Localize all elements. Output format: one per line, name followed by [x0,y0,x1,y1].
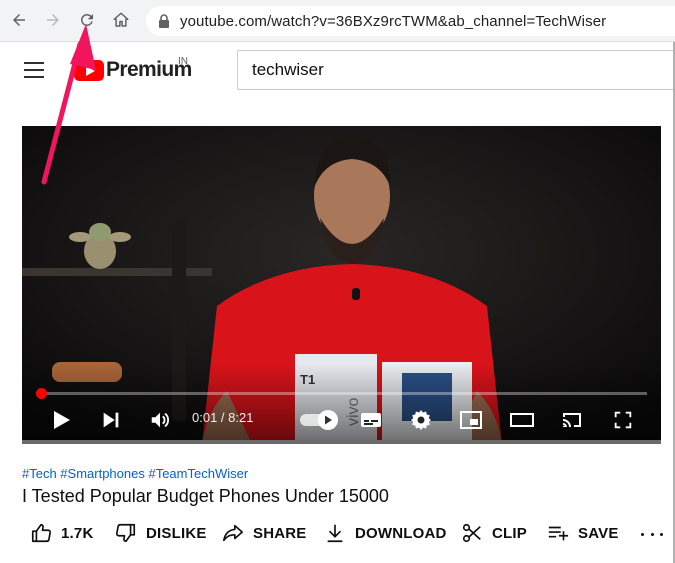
fullscreen-button[interactable] [610,406,636,434]
reload-icon [81,14,93,26]
time-display: 0:01 / 8:21 [192,410,254,425]
country-code: IN [178,56,188,67]
address-bar[interactable]: youtube.com/watch?v=36BXz9rcTWM&ab_chann… [146,6,675,36]
thumbs-down-icon [116,523,136,543]
share-label: SHARE [253,524,307,542]
browser-toolbar: youtube.com/watch?v=36BXz9rcTWM&ab_chann… [0,0,675,42]
thumbs-up-icon [31,523,51,543]
save-button[interactable]: SAVE [547,522,619,544]
dislike-label: DISLIKE [146,524,207,542]
video-hashtags[interactable]: #Tech #Smartphones #TeamTechWiser [22,466,248,481]
settings-icon [411,410,431,430]
more-actions-icon[interactable] [641,525,663,543]
like-count: 1.7K [61,524,94,542]
youtube-header: Premium IN techwiser [0,42,675,100]
search-value: techwiser [252,60,324,79]
next-icon [103,412,119,428]
scissors-icon [462,523,481,543]
cast-icon [563,413,581,427]
download-label: DOWNLOAD [355,524,447,542]
video-title: I Tested Popular Budget Phones Under 150… [22,486,389,506]
search-input[interactable]: techwiser [237,50,675,90]
home-button[interactable] [110,9,132,31]
clip-button[interactable]: CLIP [461,522,527,544]
autoplay-toggle[interactable] [298,406,342,434]
dislike-button[interactable]: DISLIKE [115,522,207,544]
video-player[interactable]: T1 vivo 0:01 / 8:21 [22,126,661,444]
miniplayer-icon [460,411,482,429]
player-bottom-edge [22,440,661,444]
theater-icon [510,413,534,427]
download-icon [327,524,343,543]
back-button[interactable] [8,9,30,31]
clip-label: CLIP [492,524,527,542]
fullscreen-icon [614,411,632,429]
forward-button[interactable] [42,9,64,31]
share-button[interactable]: SHARE [222,522,307,544]
reload-button[interactable] [76,9,98,31]
theater-button[interactable] [508,406,536,434]
url-text: youtube.com/watch?v=36BXz9rcTWM&ab_chann… [180,12,607,30]
back-arrow-icon [13,14,25,26]
lock-icon [159,14,169,28]
volume-icon [151,412,169,428]
autoplay-toggle-icon [300,410,338,430]
menu-icon[interactable] [24,62,44,78]
subtitles-button[interactable] [358,406,384,434]
like-button[interactable]: 1.7K [30,522,94,544]
play-icon [54,411,70,429]
scrubber-handle[interactable] [35,388,47,399]
youtube-premium-logo[interactable]: Premium [74,58,192,82]
progress-bar[interactable] [35,388,647,399]
youtube-logo-icon [74,59,104,81]
play-button[interactable] [48,406,74,434]
home-icon [113,12,129,27]
cast-button[interactable] [558,406,586,434]
forward-arrow-icon [47,14,59,26]
share-icon [223,524,243,542]
next-button[interactable] [98,406,124,434]
download-button[interactable]: DOWNLOAD [324,522,447,544]
subtitles-icon [361,413,381,427]
volume-button[interactable] [147,406,173,434]
save-label: SAVE [578,524,619,542]
playlist-add-icon [548,526,569,541]
settings-button[interactable] [408,406,434,434]
miniplayer-button[interactable] [458,406,484,434]
